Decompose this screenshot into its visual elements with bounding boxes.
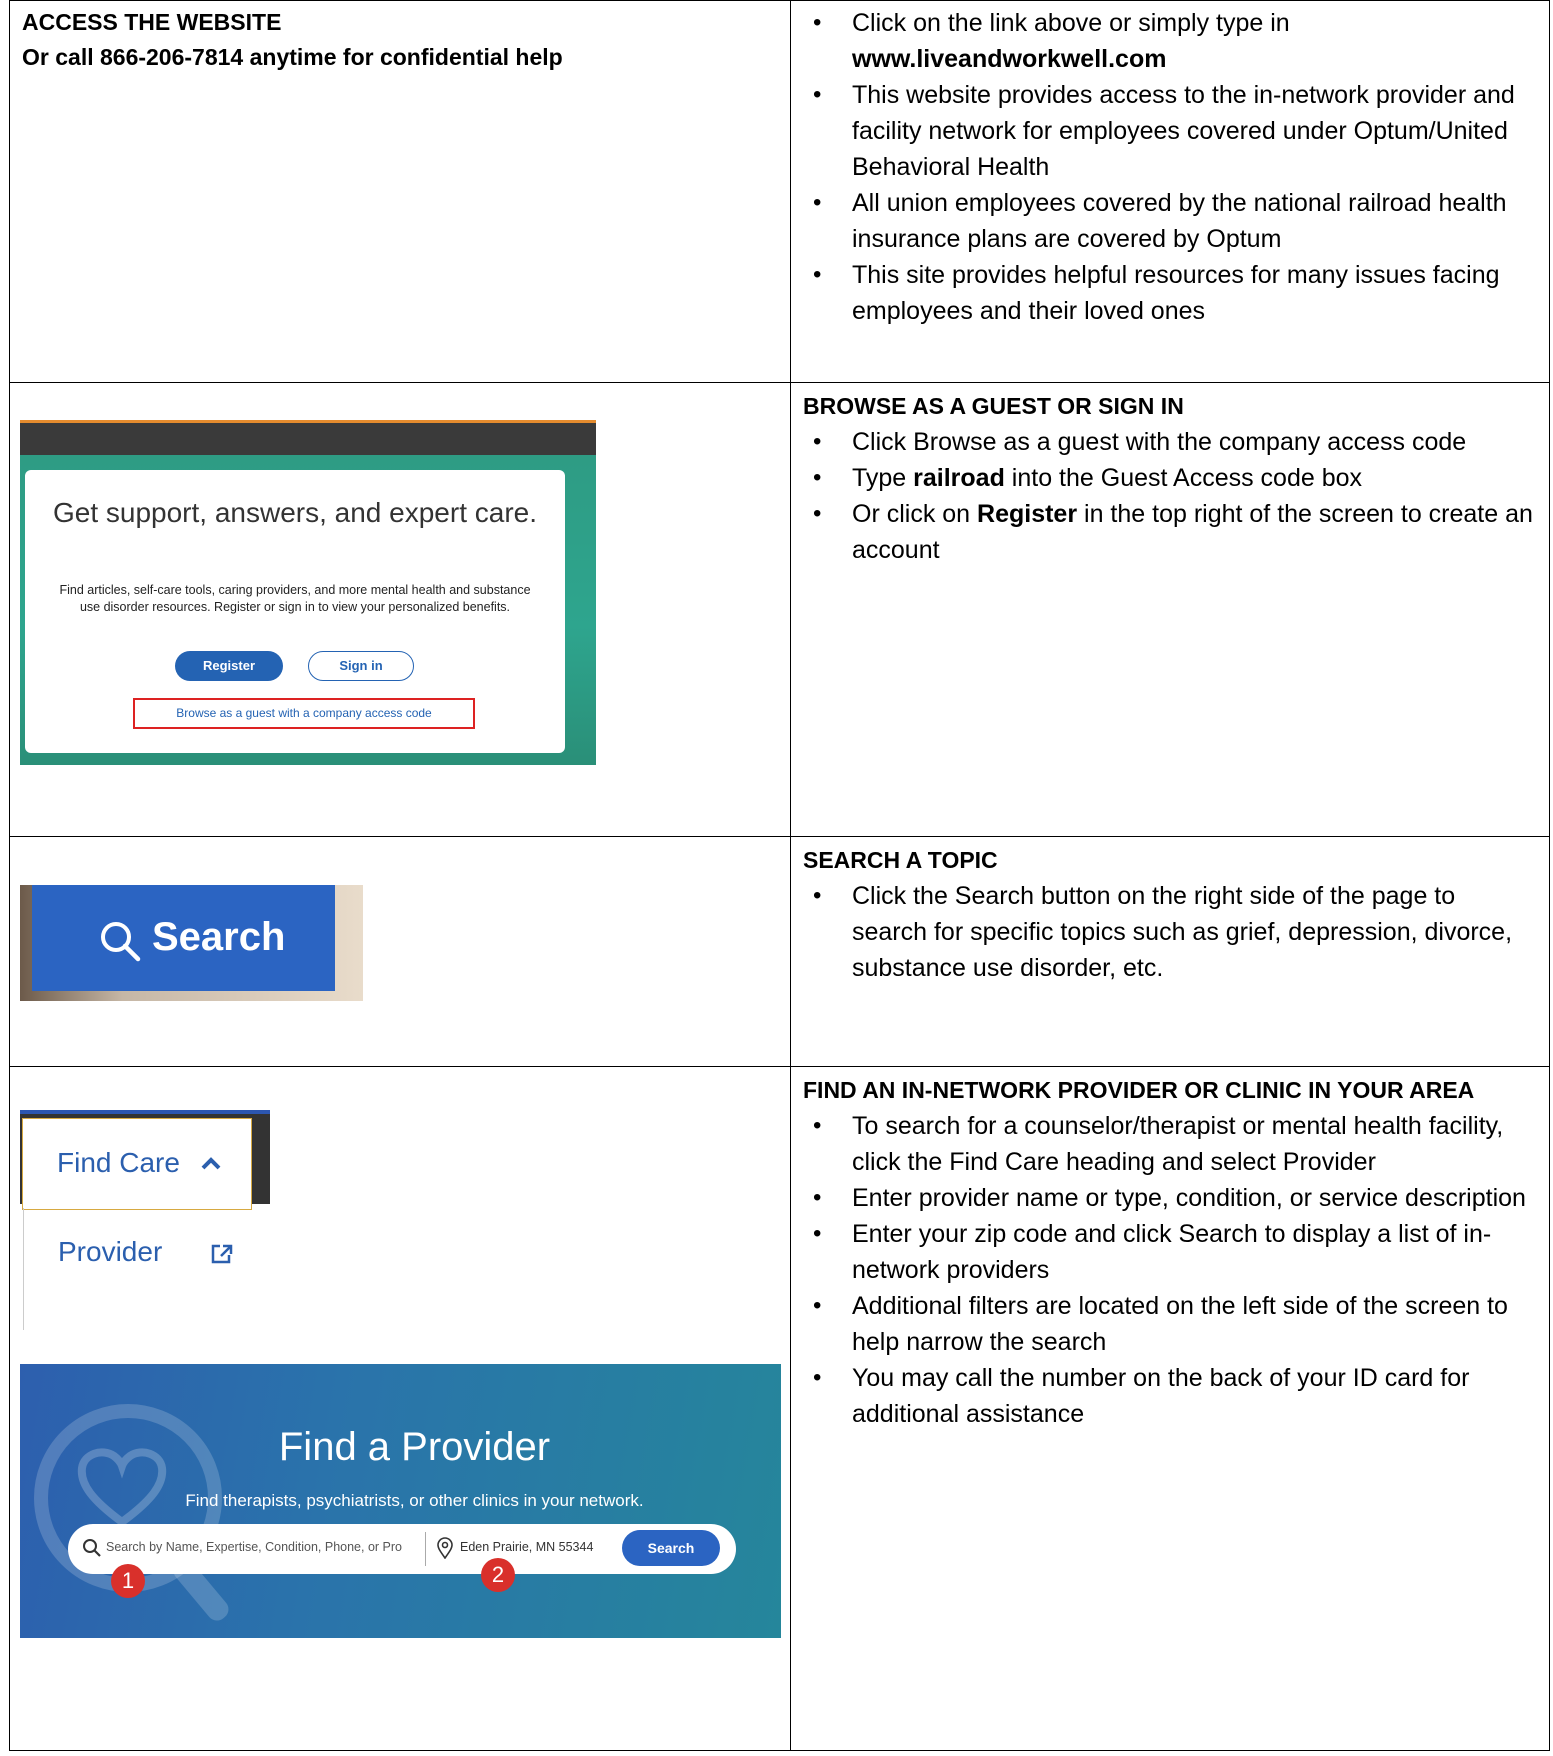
find-care-screenshot: Find Care Provider	[20, 1110, 270, 1330]
list-item: To search for a counselor/therapist or m…	[803, 1108, 1537, 1180]
search-heading: SEARCH A TOPIC	[803, 847, 998, 873]
location-pin-icon	[437, 1537, 453, 1559]
guest-access-link[interactable]: Browse as a guest with a company access …	[133, 698, 475, 729]
register-button[interactable]: Register	[175, 651, 283, 681]
search-bullets: Click the Search button on the right sid…	[803, 878, 1537, 986]
find-bullets: To search for a counselor/therapist or m…	[803, 1108, 1537, 1432]
search-right-cell: SEARCH A TOPIC Click the Search button o…	[790, 836, 1550, 1067]
list-item: You may call the number on the back of y…	[803, 1360, 1537, 1432]
location-input[interactable]: Eden Prairie, MN 55344	[460, 1540, 593, 1554]
search-button[interactable]: Search	[32, 885, 335, 991]
list-item: Type railroad into the Guest Access code…	[803, 460, 1537, 496]
list-item: Click Browse as a guest with the company…	[803, 424, 1537, 460]
list-item: Enter your zip code and click Search to …	[803, 1216, 1537, 1288]
access-heading: ACCESS THE WEBSITE	[22, 9, 282, 35]
provider-search-input[interactable]: Search by Name, Expertise, Condition, Ph…	[106, 1540, 402, 1554]
list-item: Enter provider name or type, condition, …	[803, 1180, 1537, 1216]
step-badge-2: 2	[481, 1558, 515, 1592]
list-item: Click on the link above or simply type i…	[803, 5, 1537, 77]
provider-search-button[interactable]: Search	[622, 1530, 720, 1566]
find-care-label: Find Care	[57, 1147, 180, 1178]
find-right-cell: FIND AN IN-NETWORK PROVIDER OR CLINIC IN…	[790, 1066, 1550, 1751]
find-care-menu[interactable]: Find Care	[22, 1118, 252, 1210]
access-right-cell: Click on the link above or simply type i…	[790, 0, 1550, 383]
access-left-cell: ACCESS THE WEBSITE Or call 866-206-7814 …	[9, 0, 791, 383]
list-item: This site provides helpful resources for…	[803, 257, 1537, 329]
find-provider-subtitle: Find therapists, psychiatrists, or other…	[185, 1491, 644, 1510]
list-item: Or click on Register in the top right of…	[803, 496, 1537, 568]
website-link[interactable]: www.liveandworkwell.com	[852, 45, 1166, 73]
search-screenshot: Search	[20, 885, 363, 1001]
browse-bullets: Click Browse as a guest with the company…	[803, 424, 1537, 568]
support-card: Get support, answers, and expert care. F…	[25, 470, 565, 753]
sign-in-button[interactable]: Sign in	[308, 651, 414, 681]
search-button-label: Search	[152, 915, 286, 959]
external-link-icon	[211, 1244, 233, 1264]
find-provider-title: Find a Provider	[278, 1425, 551, 1469]
step-badge-1: 1	[111, 1564, 145, 1598]
document: ACCESS THE WEBSITE Or call 866-206-7814 …	[0, 0, 1553, 1756]
chevron-up-icon	[201, 1157, 221, 1170]
list-item: Click the Search button on the right sid…	[803, 878, 1537, 986]
find-provider-screenshot: Find a Provider Find therapists, psychia…	[20, 1364, 781, 1638]
provider-label: Provider	[58, 1236, 163, 1267]
browse-right-cell: BROWSE AS A GUEST OR SIGN IN Click Brows…	[790, 382, 1550, 837]
provider-menu-item[interactable]: Provider	[58, 1236, 233, 1268]
access-phone-heading: Or call 866-206-7814 anytime for confide…	[22, 44, 563, 70]
search-divider	[425, 1532, 426, 1566]
browse-heading: BROWSE AS A GUEST OR SIGN IN	[803, 393, 1184, 419]
access-bullets: Click on the link above or simply type i…	[803, 5, 1537, 329]
provider-search-bar: Search by Name, Expertise, Condition, Ph…	[68, 1524, 736, 1574]
menu-divider	[23, 1208, 24, 1330]
support-description: Find articles, self-care tools, caring p…	[59, 583, 531, 614]
list-item: Additional filters are located on the le…	[803, 1288, 1537, 1360]
find-heading: FIND AN IN-NETWORK PROVIDER OR CLINIC IN…	[803, 1077, 1475, 1103]
support-title: Get support, answers, and expert care.	[52, 497, 538, 528]
search-icon	[83, 1539, 101, 1557]
list-item: All union employees covered by the natio…	[803, 185, 1537, 257]
site-header-bar	[20, 420, 596, 455]
list-item: This website provides access to the in-n…	[803, 77, 1537, 185]
search-icon	[101, 922, 141, 962]
support-screenshot: Get support, answers, and expert care. F…	[20, 420, 596, 765]
